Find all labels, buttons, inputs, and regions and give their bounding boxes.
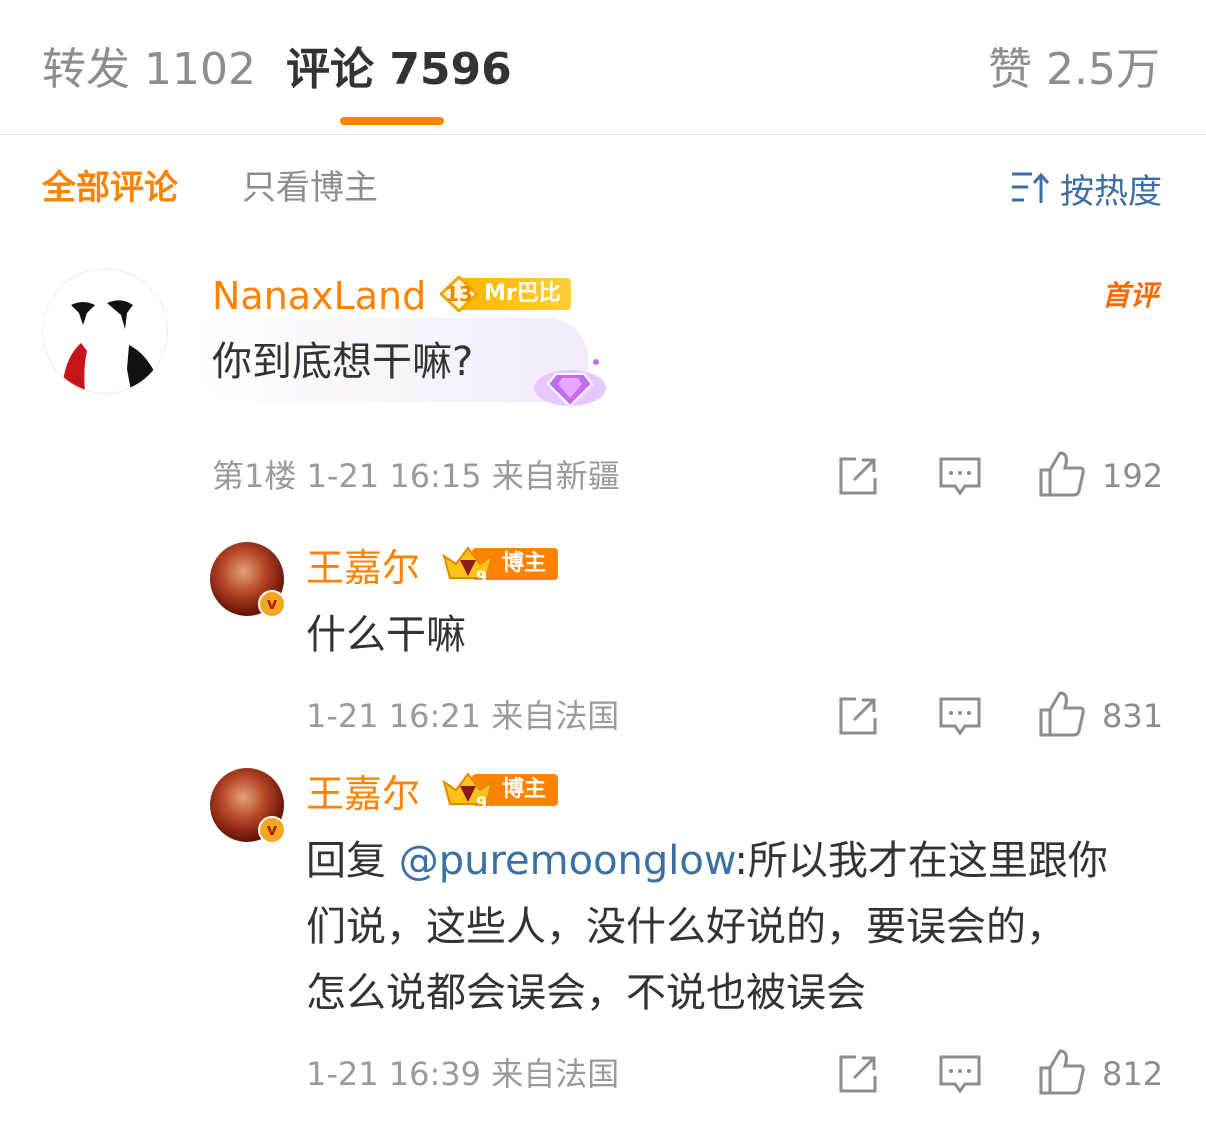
avatar-image (63, 300, 155, 391)
reply-username[interactable]: 王嘉尔 (306, 544, 420, 592)
blogger-badge[interactable]: 9 博主 (440, 546, 559, 586)
avatar[interactable] (42, 268, 168, 394)
comment-meta: 第1楼 1-21 16:15 来自新疆 (212, 457, 620, 495)
comment-username[interactable]: NanaxLand (212, 272, 426, 320)
tab-bar: 转发 1102 评论 7596 赞 2.5万 (0, 0, 1206, 135)
reply-text-line1: :所以我才在这里跟你 (734, 838, 1108, 884)
comment-page: 转发 1102 评论 7596 赞 2.5万 全部评论 只看博主 按热度 Nan… (0, 0, 1206, 1129)
active-tab-indicator (340, 117, 444, 125)
tab-repost[interactable]: 转发 1102 (42, 42, 256, 98)
crown-icon: 9 (442, 772, 494, 812)
reply-meta: 1-21 16:21 来自法国 (306, 697, 620, 735)
reply-username[interactable]: 王嘉尔 (306, 770, 420, 818)
first-comment-mark: 首评 (1101, 279, 1158, 312)
filter-all-comments[interactable]: 全部评论 (42, 166, 178, 210)
svg-text:9: 9 (476, 793, 487, 812)
verified-icon: v (258, 590, 286, 618)
comment-icon[interactable] (938, 454, 982, 498)
comment-icon[interactable] (938, 694, 982, 738)
verified-icon: v (258, 816, 286, 844)
share-icon[interactable] (836, 694, 880, 738)
like-count: 831 (1102, 697, 1164, 735)
comment-text: 你到底想干嘛? (212, 339, 474, 385)
level-number: 13 (445, 282, 473, 306)
sort-by-popularity-button[interactable]: 按热度 (1010, 166, 1162, 212)
reply-meta: 1-21 16:39 来自法国 (306, 1055, 620, 1093)
reply-text: 回复 @puremoonglow:所以我才在这里跟你 们说，这些人，没什么好说的… (306, 828, 1166, 1026)
level-badge[interactable]: 13 Mr巴比 (440, 276, 571, 312)
crown-icon: 9 (442, 546, 494, 586)
reply-text-line3: 怎么说都会误会，不说也被误会 (306, 970, 866, 1016)
like-count: 812 (1102, 1055, 1164, 1093)
sort-icon (1012, 172, 1050, 203)
reply-prefix: 回复 (306, 838, 399, 884)
svg-text:9: 9 (476, 567, 487, 586)
reply-text: 什么干嘛 (306, 612, 466, 658)
tab-like[interactable]: 赞 2.5万 (988, 42, 1160, 98)
sort-label: 按热度 (1060, 171, 1162, 212)
like-icon[interactable] (1038, 690, 1086, 738)
comment-icon[interactable] (938, 1052, 982, 1096)
tab-comment[interactable]: 评论 7596 (286, 42, 512, 98)
level-diamond-icon: 13 (440, 276, 478, 312)
like-icon[interactable] (1038, 1048, 1086, 1096)
mention-link[interactable]: @puremoonglow (399, 838, 735, 884)
blogger-badge[interactable]: 9 博主 (440, 772, 559, 812)
share-icon[interactable] (836, 454, 880, 498)
filter-blogger-only[interactable]: 只看博主 (242, 166, 378, 210)
like-count: 192 (1102, 457, 1164, 495)
share-icon[interactable] (836, 1052, 880, 1096)
diamond-sticker-icon (534, 359, 606, 408)
like-icon[interactable] (1038, 450, 1086, 498)
reply-text-line2: 们说，这些人，没什么好说的，要误会的， (306, 904, 1066, 950)
